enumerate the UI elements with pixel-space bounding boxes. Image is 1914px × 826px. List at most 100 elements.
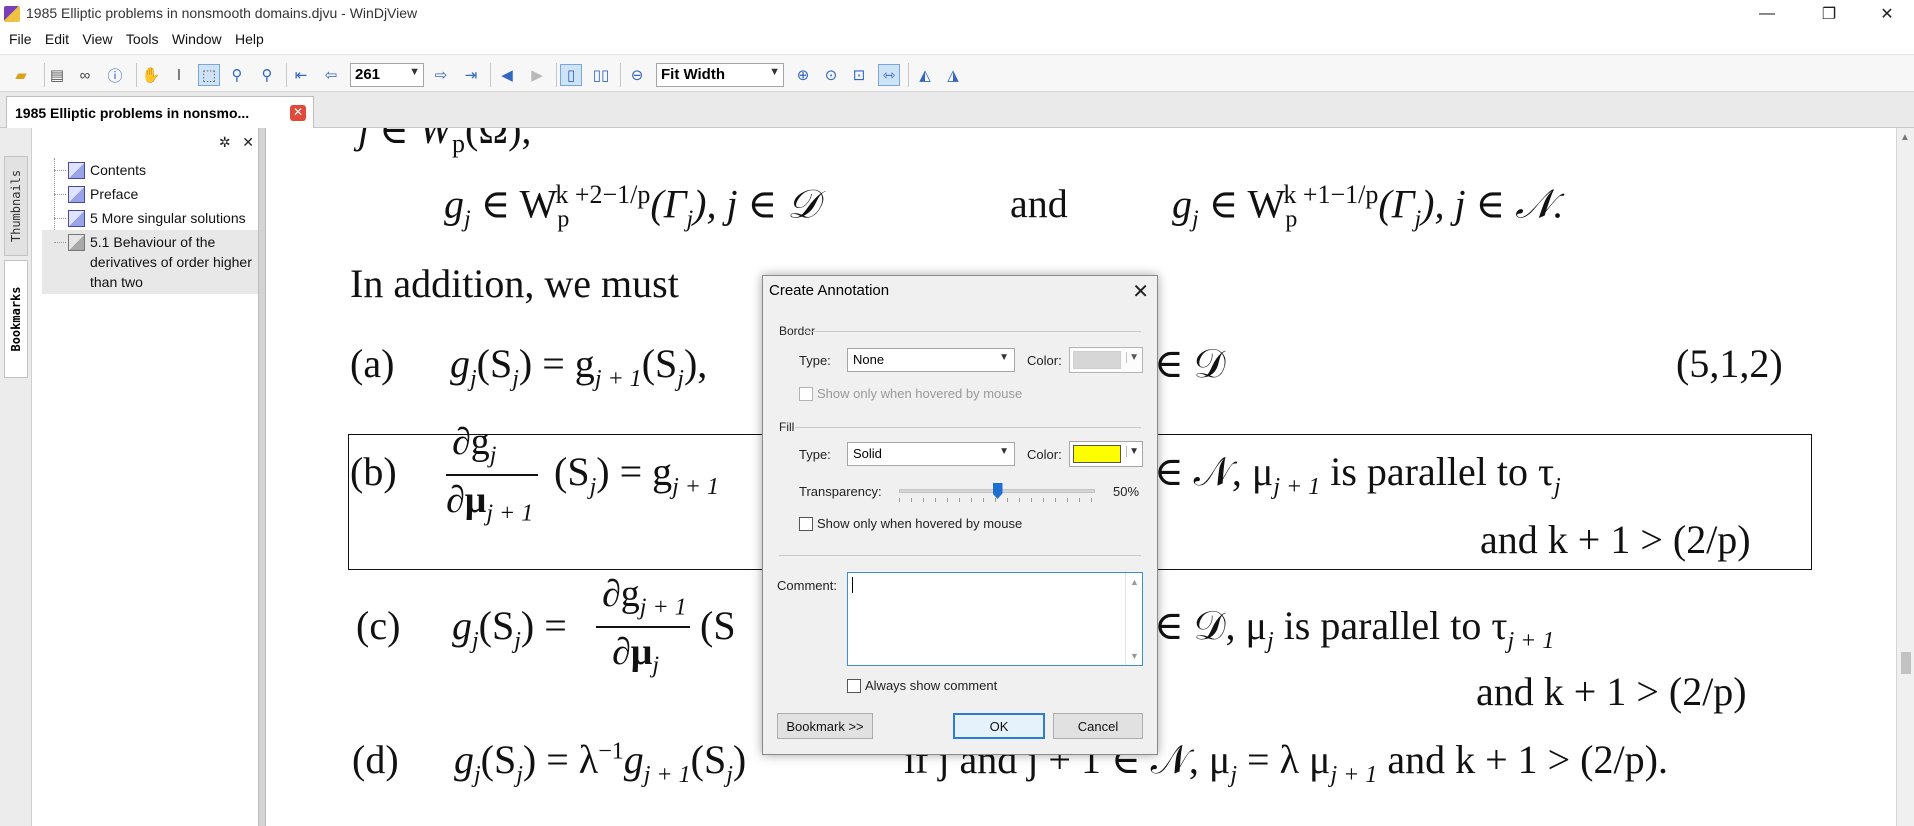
page-eq-b-line2: and k + 1 > (2/p) bbox=[1480, 517, 1751, 562]
panel-splitter[interactable] bbox=[258, 128, 266, 826]
bookmarks-tab[interactable]: Bookmarks bbox=[4, 260, 28, 378]
bookmark-item-section-5-1[interactable]: 5.1 Behaviour of the derivatives of orde… bbox=[42, 230, 258, 294]
dialog-close-icon[interactable]: ✕ bbox=[1132, 279, 1149, 304]
bookmark-item-chapter-5[interactable]: 5 More singular solutions bbox=[42, 206, 258, 230]
scroll-up-icon[interactable]: ▲ bbox=[1900, 132, 1910, 143]
border-type-label: Type: bbox=[799, 353, 831, 368]
menu-view[interactable]: View bbox=[77, 28, 117, 50]
cancel-button[interactable]: Cancel bbox=[1053, 713, 1143, 739]
page-eq-c-mid: (S bbox=[700, 603, 736, 648]
bookmark-button[interactable]: Bookmark >> bbox=[777, 713, 873, 739]
bookmarks-header: ✲ ✕ bbox=[219, 134, 254, 151]
border-color-picker[interactable]: ▼ bbox=[1069, 347, 1143, 373]
create-annotation-dialog: Create Annotation ✕ Border Type: None ▼ … bbox=[762, 275, 1158, 755]
vertical-scrollbar[interactable]: ▲ bbox=[1896, 128, 1914, 826]
settings-gear-icon[interactable]: ✲ bbox=[219, 134, 231, 150]
app-icon bbox=[4, 6, 20, 22]
page-eq-a: gj(Sj) = gj + 1(Sj), bbox=[450, 341, 708, 392]
page-eq-b-frac-num: ∂gj bbox=[452, 421, 497, 469]
fill-type-select[interactable]: Solid ▼ bbox=[847, 442, 1015, 466]
thumbnails-tab-label: Thumbnails bbox=[9, 169, 23, 243]
fill-color-picker[interactable]: ▼ bbox=[1069, 441, 1143, 467]
comment-textarea[interactable]: ▲ ▼ bbox=[847, 572, 1143, 666]
bookmark-item-preface[interactable]: Preface bbox=[42, 182, 258, 206]
fill-hover-label: Show only when hovered by mouse bbox=[817, 516, 1023, 531]
next-page-icon[interactable]: ⇨ bbox=[430, 64, 452, 86]
bookmark-page-icon bbox=[68, 162, 85, 179]
zoom-tool-icon[interactable]: ⚲ bbox=[226, 64, 248, 86]
border-group-line bbox=[803, 331, 1141, 332]
first-page-icon[interactable]: ⇤ bbox=[290, 64, 312, 86]
page-number-combo[interactable]: 261 ▼ bbox=[350, 63, 424, 87]
dialog-title: Create Annotation bbox=[769, 282, 890, 299]
transparency-label: Transparency: bbox=[799, 484, 882, 499]
fill-hover-checkbox-row[interactable]: Show only when hovered by mouse bbox=[799, 516, 1022, 531]
hand-tool-icon[interactable]: ✋ bbox=[140, 64, 162, 86]
prev-page-icon[interactable]: ⇦ bbox=[320, 64, 342, 86]
page-intro-line: In addition, we must bbox=[350, 261, 679, 306]
back-icon[interactable]: ◀ bbox=[496, 64, 518, 86]
always-show-checkbox[interactable] bbox=[847, 678, 861, 693]
zoom-in-icon[interactable]: ⊕ bbox=[792, 64, 814, 86]
chevron-down-icon: ▼ bbox=[769, 66, 780, 78]
ok-button[interactable]: OK bbox=[953, 713, 1045, 739]
border-hover-label: Show only when hovered by mouse bbox=[817, 386, 1023, 401]
side-tab-rail: Thumbnails Bookmarks bbox=[0, 128, 32, 826]
page-eq-d-label: (d) bbox=[352, 737, 399, 782]
menu-tools[interactable]: Tools bbox=[121, 28, 164, 50]
forward-icon[interactable]: ▶ bbox=[526, 64, 548, 86]
find-binoculars-icon[interactable]: ∞ bbox=[74, 64, 96, 86]
scroll-thumb[interactable] bbox=[1901, 652, 1911, 674]
border-type-select[interactable]: None ▼ bbox=[847, 348, 1015, 372]
fit-width-icon[interactable]: ⇿ bbox=[878, 64, 900, 86]
minimize-button[interactable]: — bbox=[1744, 0, 1790, 28]
close-window-button[interactable]: ✕ bbox=[1864, 0, 1910, 28]
window-title: 1985 Elliptic problems in nonsmooth doma… bbox=[26, 5, 418, 21]
zoom-rect-icon[interactable]: ⚲ bbox=[256, 64, 278, 86]
bookmark-item-contents[interactable]: Contents bbox=[42, 158, 258, 182]
page-line-1-left: gj ∈ Wpk +2−1/p(Γj), j ∈ 𝒟 bbox=[444, 180, 820, 233]
bookmark-label: 5.1 Behaviour of the derivatives of orde… bbox=[90, 234, 252, 290]
close-tab-icon[interactable]: ✕ bbox=[290, 105, 306, 121]
fill-hover-checkbox[interactable] bbox=[799, 516, 813, 531]
page-eq-c-right: ∈ 𝒟, μj is parallel to τj + 1 bbox=[1154, 603, 1555, 654]
page-line-1-right: gj ∈ Wpk +1−1/p(Γj), j ∈ 𝒩. bbox=[1172, 180, 1564, 233]
transparency-slider-thumb[interactable] bbox=[992, 483, 1003, 499]
info-icon[interactable]: ⓘ bbox=[104, 64, 126, 86]
fill-color-swatch bbox=[1073, 445, 1121, 463]
toolbar: ▰ ▤ ∞ ⓘ ✋ Ⅰ ⬚ ⚲ ⚲ ⇤ ⇦ 261 ▼ ⇨ ⇥ ◀ ▶ ▯ ▯▯… bbox=[0, 54, 1914, 92]
menu-window[interactable]: Window bbox=[167, 28, 227, 50]
border-hover-checkbox[interactable] bbox=[799, 386, 813, 401]
rotate-left-icon[interactable]: ◭ bbox=[914, 64, 936, 86]
page-eq-c-line2: and k + 1 > (2/p) bbox=[1476, 669, 1747, 714]
comment-scrollbar[interactable]: ▲ ▼ bbox=[1125, 573, 1142, 665]
menu-help[interactable]: Help bbox=[230, 28, 269, 50]
thumbnails-tab[interactable]: Thumbnails bbox=[4, 156, 28, 256]
last-page-icon[interactable]: ⇥ bbox=[460, 64, 482, 86]
actual-size-icon[interactable]: ⊙ bbox=[820, 64, 842, 86]
facing-pages-icon[interactable]: ▯▯ bbox=[590, 64, 612, 86]
scroll-up-icon[interactable]: ▲ bbox=[1130, 577, 1139, 587]
fraction-bar bbox=[596, 626, 690, 628]
text-select-icon[interactable]: Ⅰ bbox=[168, 64, 190, 86]
fit-page-icon[interactable]: ⊡ bbox=[848, 64, 870, 86]
scroll-down-icon[interactable]: ▼ bbox=[1130, 651, 1139, 661]
single-page-icon[interactable]: ▯ bbox=[560, 64, 582, 86]
close-panel-icon[interactable]: ✕ bbox=[242, 134, 254, 150]
open-folder-icon[interactable]: ▰ bbox=[10, 64, 32, 86]
print-icon[interactable]: ▤ bbox=[46, 64, 68, 86]
restore-button[interactable]: ❐ bbox=[1806, 0, 1852, 28]
rotate-right-icon[interactable]: ◮ bbox=[942, 64, 964, 86]
zoom-combo[interactable]: Fit Width ▼ bbox=[656, 63, 784, 87]
menu-edit[interactable]: Edit bbox=[40, 28, 74, 50]
always-show-checkbox-row[interactable]: Always show comment bbox=[847, 678, 997, 693]
zoom-value: Fit Width bbox=[661, 66, 726, 83]
border-hover-checkbox-row[interactable]: Show only when hovered by mouse bbox=[799, 386, 1022, 401]
rect-select-icon[interactable]: ⬚ bbox=[198, 64, 220, 86]
chevron-down-icon: ▼ bbox=[1126, 352, 1139, 363]
zoom-out-icon[interactable]: ⊖ bbox=[626, 64, 648, 86]
always-show-label: Always show comment bbox=[865, 678, 998, 693]
menu-file[interactable]: File bbox=[4, 28, 37, 50]
document-tab[interactable]: 1985 Elliptic problems in nonsmo... ✕ bbox=[6, 96, 314, 128]
menu-bar: File Edit View Tools Window Help bbox=[0, 28, 1914, 52]
